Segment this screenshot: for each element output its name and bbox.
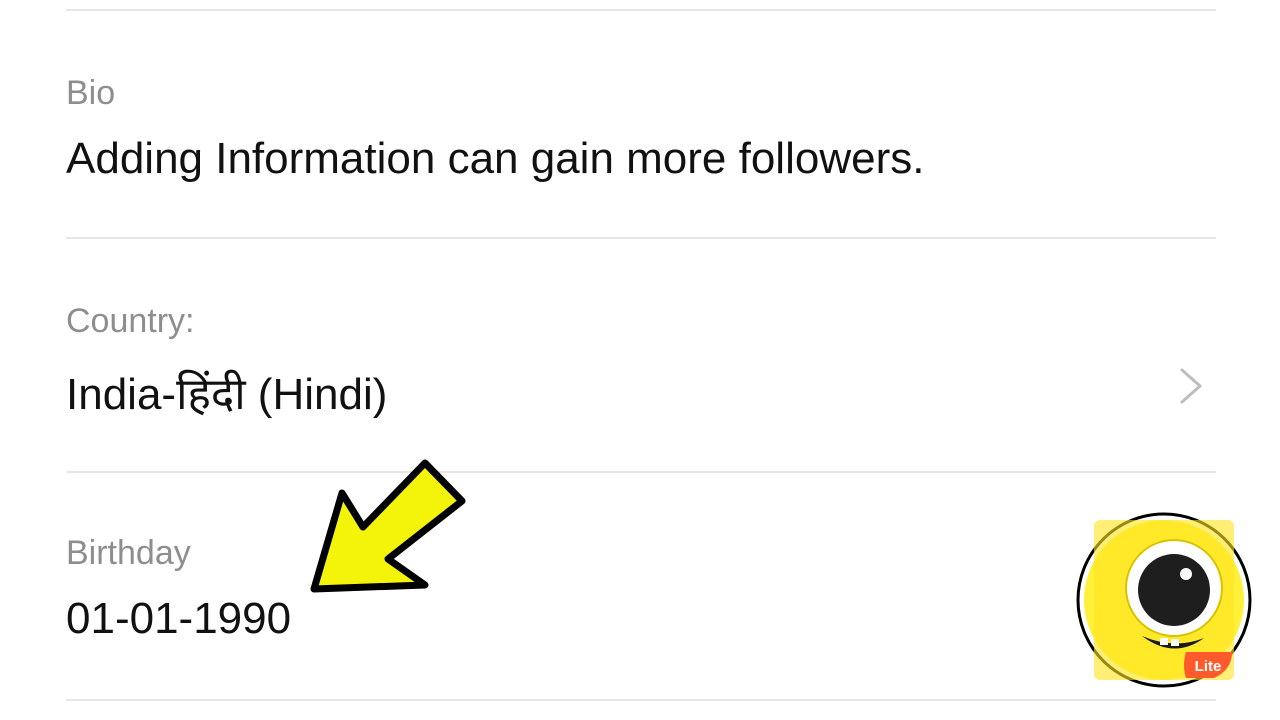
bio-value: Adding Information can gain more followe… bbox=[66, 134, 925, 183]
country-value: India-हिंदी (Hindi) bbox=[66, 370, 388, 419]
divider bbox=[66, 237, 1216, 239]
arrow-pointer-icon bbox=[310, 459, 466, 593]
bio-row[interactable]: Bio Adding Information can gain more fol… bbox=[0, 60, 1280, 230]
country-row[interactable]: Country: India-हिंदी (Hindi) bbox=[0, 290, 1280, 460]
birthday-label: Birthday bbox=[66, 534, 191, 572]
profile-edit-screen: Bio Adding Information can gain more fol… bbox=[0, 0, 1280, 720]
country-label: Country: bbox=[66, 302, 195, 340]
divider bbox=[66, 699, 1216, 701]
chevron-right-icon[interactable] bbox=[1172, 364, 1208, 408]
bio-label: Bio bbox=[66, 74, 116, 112]
logo-badge-text: Lite bbox=[1195, 658, 1222, 675]
divider bbox=[66, 9, 1216, 11]
birthday-value: 01-01-1990 bbox=[66, 594, 292, 643]
divider bbox=[66, 471, 1216, 473]
app-logo-icon: Lite bbox=[1076, 512, 1252, 688]
